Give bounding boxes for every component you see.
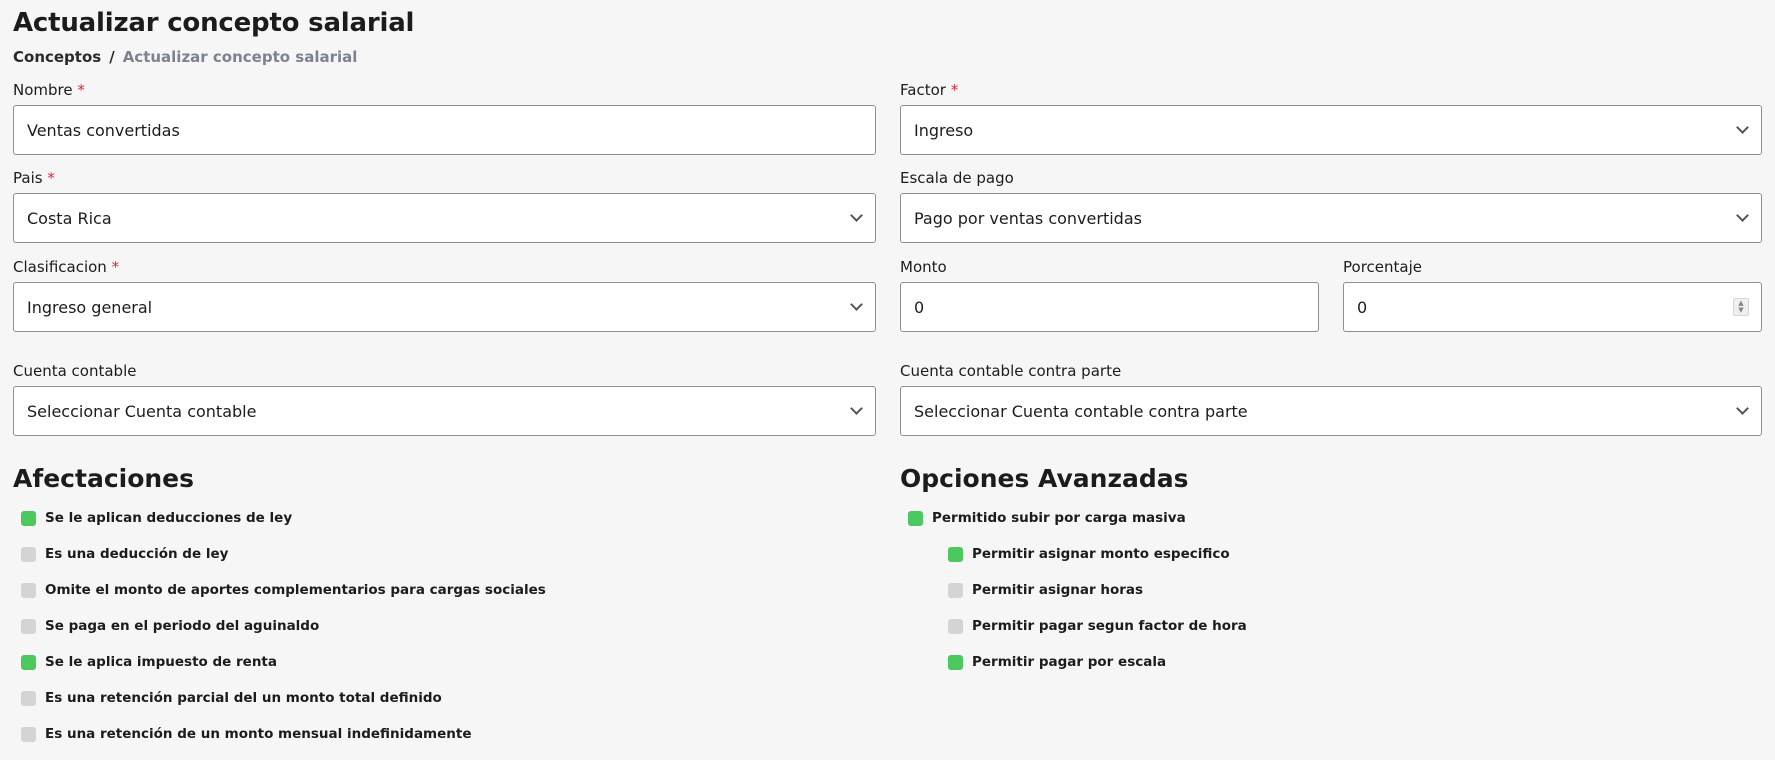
- checkbox-label: Permitir asignar horas: [972, 582, 1144, 598]
- chevron-down-icon: [850, 298, 863, 311]
- chevron-down-icon: [1736, 121, 1749, 134]
- checkbox-row[interactable]: Se le aplica impuesto de renta: [21, 654, 277, 670]
- checkbox-row[interactable]: Permitir asignar horas: [948, 582, 1143, 598]
- pais-field: Pais * Costa Rica: [13, 168, 876, 243]
- nombre-field: Nombre * Ventas convertidas: [13, 80, 876, 155]
- breadcrumb: Conceptos / Actualizar concepto salarial: [13, 48, 357, 66]
- checkbox[interactable]: [948, 618, 963, 634]
- checkbox-label: Se le aplica impuesto de renta: [45, 654, 277, 670]
- checkbox[interactable]: [21, 690, 36, 706]
- escala-value: Pago por ventas convertidas: [914, 208, 1142, 228]
- checkbox[interactable]: [21, 726, 36, 742]
- checkbox-row[interactable]: Es una retención de un monto mensual ind…: [21, 726, 472, 742]
- checkbox[interactable]: [21, 510, 36, 526]
- checkbox[interactable]: [21, 546, 36, 562]
- factor-label: Factor *: [900, 81, 959, 99]
- breadcrumb-current: Actualizar concepto salarial: [122, 48, 358, 66]
- cuenta-contraparte-select[interactable]: Seleccionar Cuenta contable contra parte: [900, 386, 1762, 436]
- checkbox-row[interactable]: Es una deducción de ley: [21, 546, 228, 562]
- required-mark: *: [47, 169, 55, 187]
- nombre-label: Nombre *: [13, 81, 85, 99]
- checkbox-row[interactable]: Omite el monto de aportes complementario…: [21, 582, 546, 598]
- afectaciones-title: Afectaciones: [13, 464, 195, 493]
- page-title: Actualizar concepto salarial: [13, 8, 415, 38]
- checkbox-label: Se le aplican deducciones de ley: [45, 510, 293, 526]
- required-mark: *: [77, 81, 85, 99]
- monto-input[interactable]: 0: [900, 282, 1319, 332]
- checkbox[interactable]: [948, 654, 963, 670]
- checkbox-label: Omite el monto de aportes complementario…: [45, 582, 546, 598]
- escala-field: Escala de pago Pago por ventas convertid…: [900, 168, 1762, 243]
- opciones-avanzadas-title: Opciones Avanzadas: [900, 464, 1189, 493]
- cuenta-contraparte-value: Seleccionar Cuenta contable contra parte: [914, 401, 1248, 421]
- required-mark: *: [111, 258, 120, 276]
- escala-select[interactable]: Pago por ventas convertidas: [900, 193, 1762, 243]
- required-mark: *: [950, 81, 959, 99]
- number-spinner[interactable]: ▲ ▼: [1733, 298, 1749, 316]
- breadcrumb-separator: /: [109, 48, 115, 66]
- clasificacion-value: Ingreso general: [27, 297, 153, 317]
- porcentaje-input[interactable]: 0 ▲ ▼: [1343, 282, 1762, 332]
- checkbox-label: Es una retención de un monto mensual ind…: [45, 726, 472, 742]
- checkbox-label: Permitido subir por carga masiva: [932, 510, 1186, 526]
- checkbox-row[interactable]: Se le aplican deducciones de ley: [21, 510, 292, 526]
- monto-label: Monto: [900, 258, 947, 276]
- porcentaje-label: Porcentaje: [1343, 258, 1422, 276]
- monto-value: 0: [914, 297, 925, 317]
- escala-label: Escala de pago: [900, 169, 1014, 187]
- checkbox-row[interactable]: Permitir asignar monto especifico: [948, 546, 1230, 562]
- spinner-down-icon[interactable]: ▼: [1738, 307, 1743, 314]
- checkbox[interactable]: [21, 582, 36, 598]
- checkbox-label: Es una retención parcial del un monto to…: [45, 690, 442, 706]
- porcentaje-field: Porcentaje 0 ▲ ▼: [1343, 257, 1762, 332]
- monto-field: Monto 0: [900, 257, 1319, 332]
- pais-value: Costa Rica: [27, 208, 112, 228]
- checkbox-row[interactable]: Permitir pagar por escala: [948, 654, 1166, 670]
- chevron-down-icon: [1736, 402, 1749, 415]
- breadcrumb-conceptos-link[interactable]: Conceptos: [13, 48, 101, 66]
- cuenta-contraparte-label: Cuenta contable contra parte: [900, 362, 1122, 380]
- cuenta-contable-field: Cuenta contable Seleccionar Cuenta conta…: [13, 361, 876, 436]
- pais-select[interactable]: Costa Rica: [13, 193, 876, 243]
- chevron-down-icon: [1736, 209, 1749, 222]
- cuenta-contable-label: Cuenta contable: [13, 362, 137, 380]
- clasificacion-field: Clasificacion * Ingreso general: [13, 257, 876, 332]
- checkbox-label: Es una deducción de ley: [45, 546, 229, 562]
- checkbox[interactable]: [908, 510, 923, 526]
- chevron-down-icon: [850, 209, 863, 222]
- checkbox-label: Se paga en el periodo del aguinaldo: [45, 618, 320, 634]
- checkbox-label: Permitir pagar segun factor de hora: [972, 618, 1247, 634]
- checkbox-row[interactable]: Se paga en el periodo del aguinaldo: [21, 618, 319, 634]
- factor-select[interactable]: Ingreso: [900, 105, 1762, 155]
- cuenta-contable-value: Seleccionar Cuenta contable: [27, 401, 257, 421]
- checkbox-label: Permitir pagar por escala: [972, 654, 1167, 670]
- cuenta-contable-select[interactable]: Seleccionar Cuenta contable: [13, 386, 876, 436]
- checkbox[interactable]: [948, 546, 963, 562]
- checkbox-row[interactable]: Permitir pagar segun factor de hora: [948, 618, 1247, 634]
- checkbox-label: Permitir asignar monto especifico: [972, 546, 1230, 562]
- nombre-value: Ventas convertidas: [27, 120, 180, 140]
- checkbox-row[interactable]: Permitido subir por carga masiva: [908, 510, 1186, 526]
- cuenta-contraparte-field: Cuenta contable contra parte Seleccionar…: [900, 361, 1762, 436]
- checkbox[interactable]: [21, 618, 36, 634]
- checkbox-row[interactable]: Es una retención parcial del un monto to…: [21, 690, 442, 706]
- clasificacion-label: Clasificacion *: [13, 258, 120, 276]
- pais-label: Pais *: [13, 169, 55, 187]
- nombre-input[interactable]: Ventas convertidas: [13, 105, 876, 155]
- factor-value: Ingreso: [914, 120, 974, 140]
- chevron-down-icon: [850, 402, 863, 415]
- factor-field: Factor * Ingreso: [900, 80, 1762, 155]
- porcentaje-value: 0: [1357, 297, 1368, 317]
- clasificacion-select[interactable]: Ingreso general: [13, 282, 876, 332]
- checkbox[interactable]: [948, 582, 963, 598]
- checkbox[interactable]: [21, 654, 36, 670]
